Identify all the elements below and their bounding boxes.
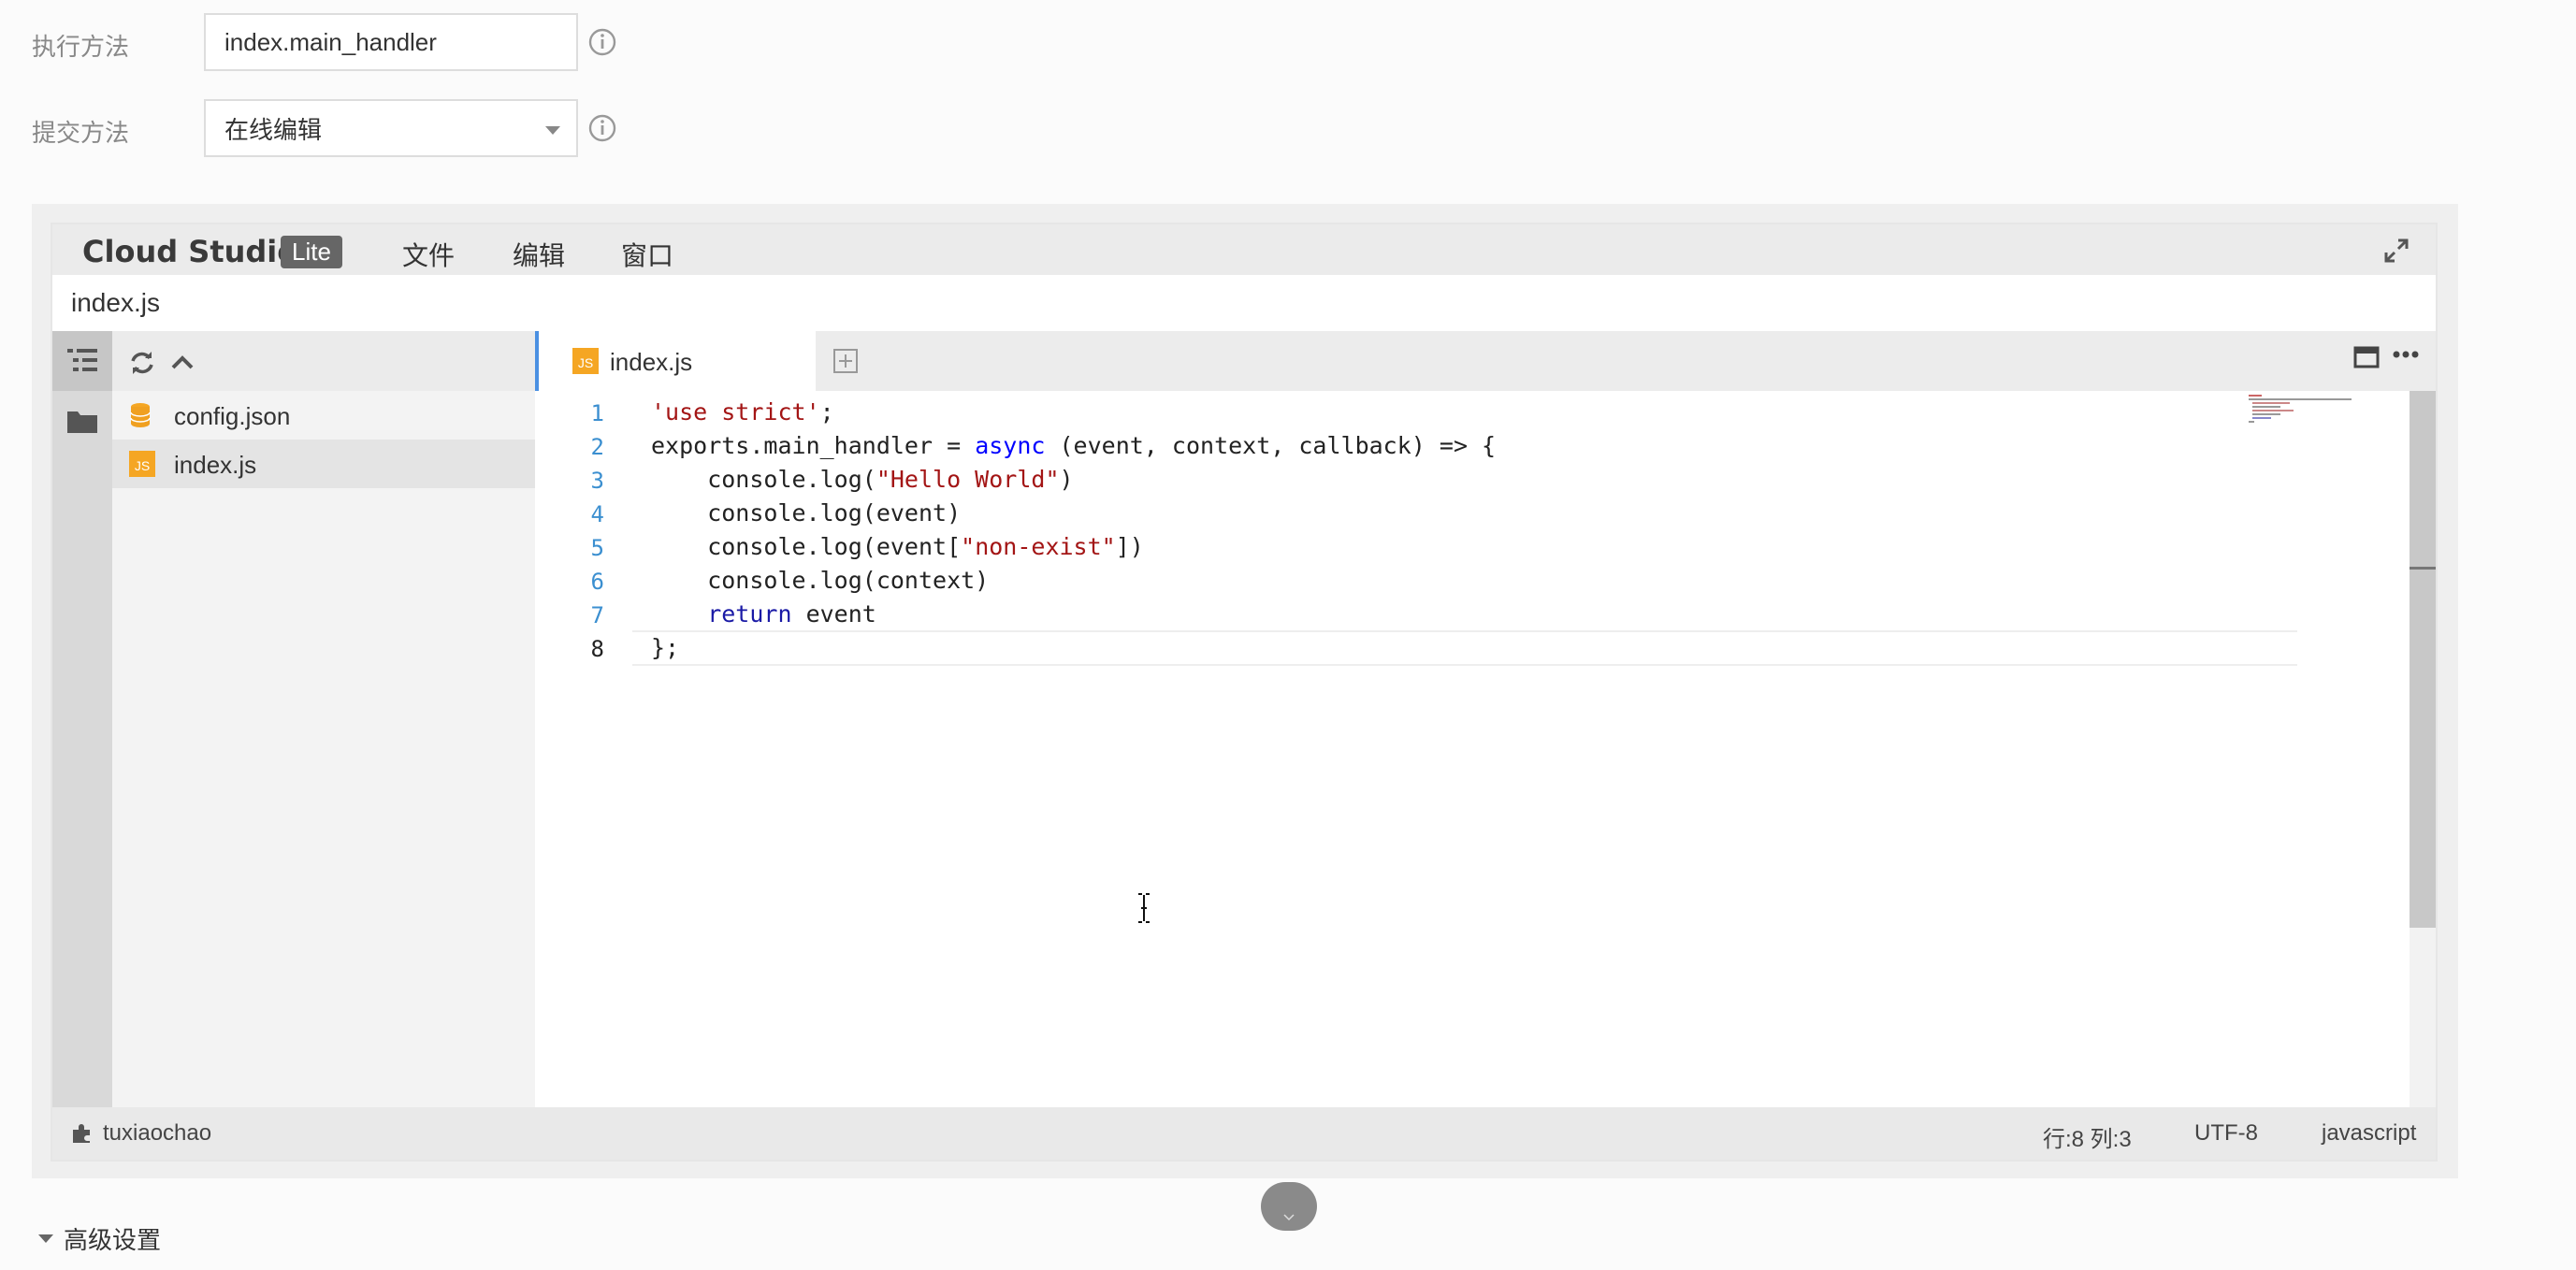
code-line-7: return event: [651, 600, 876, 628]
code-line-4: console.log(event): [651, 499, 962, 527]
code-line-3: console.log("Hello World"): [651, 466, 1074, 493]
cloud-studio-editor: Cloud Studio Lite 文件 编辑 窗口 index.js conf…: [51, 223, 2438, 1162]
submit-method-label: 提交方法: [32, 119, 130, 147]
file-path-bar: index.js: [52, 275, 2436, 331]
scrollbar-thumb[interactable]: [2410, 391, 2436, 928]
status-encoding[interactable]: UTF-8: [2194, 1120, 2258, 1147]
file-explorer-toolbar: [112, 331, 535, 391]
ide-topbar: Cloud Studio Lite 文件 编辑 窗口: [52, 224, 2436, 275]
line-number: 6: [590, 569, 604, 595]
brand-title: Cloud Studio: [82, 234, 298, 269]
js-file-icon: JS: [129, 451, 155, 477]
file-name: index.js: [174, 451, 257, 479]
svg-text:JS: JS: [135, 458, 150, 473]
tab-label: index.js: [610, 348, 693, 376]
tab-index-js[interactable]: JS index.js: [535, 331, 816, 391]
scroll-position-marker: [2410, 567, 2436, 570]
folder-icon[interactable]: [65, 408, 99, 436]
line-number: 5: [590, 535, 604, 561]
line-number: 4: [590, 501, 604, 527]
code-line-2: exports.main_handler = async (event, con…: [651, 432, 1497, 459]
code-editor[interactable]: 1 2 3 4 5 6 7 8 'use strict'; exports.ma…: [535, 391, 2436, 1107]
outline-view-button[interactable]: [52, 331, 112, 391]
json-file-icon: [130, 403, 151, 427]
vertical-scrollbar[interactable]: [2410, 391, 2436, 1107]
expand-icon[interactable]: [2383, 238, 2410, 264]
exec-method-label: 执行方法: [32, 33, 130, 61]
svg-text:JS: JS: [578, 355, 593, 370]
more-options-icon[interactable]: [2393, 350, 2419, 359]
menu-window[interactable]: 窗口: [621, 236, 673, 273]
file-item-config-json[interactable]: config.json: [112, 391, 535, 440]
resize-handle[interactable]: [1261, 1182, 1317, 1231]
line-number: 7: [590, 602, 604, 628]
submit-method-value: 在线编辑: [224, 115, 323, 144]
status-language[interactable]: javascript: [2322, 1120, 2416, 1147]
advanced-settings-label: 高级设置: [64, 1226, 162, 1254]
file-item-index-js[interactable]: JS index.js: [112, 440, 535, 488]
caret-down-icon: [545, 126, 560, 135]
maximize-panel-icon[interactable]: [2353, 346, 2380, 368]
code-line-5: console.log(event["non-exist"]): [651, 533, 1144, 560]
collapse-icon[interactable]: [170, 354, 195, 370]
edition-badge: Lite: [281, 236, 342, 268]
puzzle-icon: [73, 1124, 90, 1143]
advanced-settings-toggle[interactable]: 高级设置: [37, 1221, 161, 1256]
drag-indicator-icon: [1283, 1214, 1295, 1221]
info-icon[interactable]: [587, 113, 617, 143]
editor-tabstrip: JS index.js: [535, 331, 2436, 391]
file-explorer: config.json JS index.js: [112, 331, 535, 1107]
status-cursor-position[interactable]: 行:8 列:3: [2043, 1120, 2132, 1153]
js-file-icon: JS: [572, 348, 599, 374]
info-icon[interactable]: [587, 27, 617, 57]
ide-statusbar: tuxiaochao 行:8 列:3 UTF-8 javascript: [52, 1107, 2436, 1160]
submit-method-select[interactable]: 在线编辑: [204, 99, 578, 157]
add-tab-icon[interactable]: [832, 348, 859, 374]
minimap[interactable]: [2249, 395, 2398, 432]
refresh-icon[interactable]: [129, 350, 155, 376]
activity-bar: [52, 331, 112, 1107]
code-line-1: 'use strict';: [651, 398, 834, 426]
code-line-6: console.log(context): [651, 567, 990, 594]
line-number: 1: [590, 400, 604, 426]
caret-down-icon: [38, 1234, 53, 1243]
current-line-highlight: [632, 630, 2297, 666]
status-user[interactable]: tuxiaochao: [103, 1120, 211, 1147]
line-number: 8: [590, 636, 604, 662]
menu-file[interactable]: 文件: [402, 236, 455, 273]
code-line-8: };: [651, 634, 680, 661]
line-number: 3: [590, 468, 604, 494]
line-number: 2: [590, 434, 604, 460]
text-cursor-icon: [1138, 893, 1150, 923]
exec-method-input[interactable]: index.main_handler: [204, 13, 578, 71]
menu-edit[interactable]: 编辑: [513, 236, 565, 273]
list-tree-icon: [67, 349, 97, 371]
file-name: config.json: [174, 402, 291, 430]
